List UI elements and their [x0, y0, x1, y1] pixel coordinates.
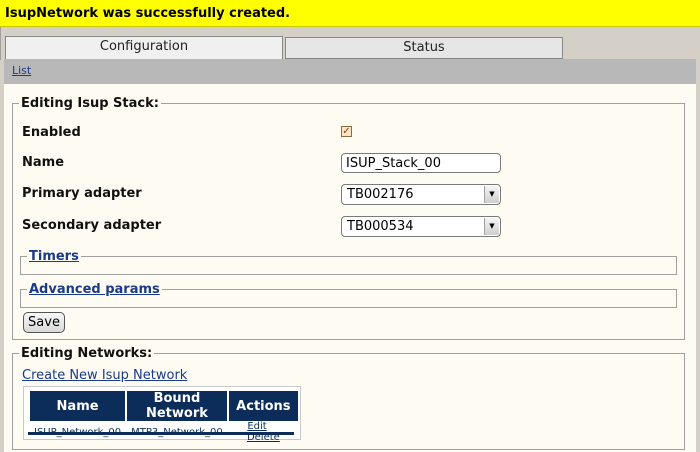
success-banner: IsupNetwork was successfully created. — [0, 0, 700, 27]
advanced-params-fieldset: Advanced params — [20, 282, 677, 308]
advanced-params-toggle-link[interactable]: Advanced params — [29, 282, 160, 297]
edit-link[interactable]: Edit — [247, 421, 266, 432]
stack-legend: Editing Isup Stack: — [21, 96, 159, 111]
name-field[interactable] — [341, 153, 501, 173]
table-footer-bar — [28, 432, 294, 435]
sub-navigation: List — [4, 59, 696, 84]
advanced-params-legend: Advanced params — [27, 282, 162, 297]
networks-table: Name Bound Network Actions ISUP_Network_… — [28, 391, 300, 443]
success-message: IsupNetwork was successfully created. — [5, 6, 291, 21]
secondary-adapter-value: TB000534 — [347, 219, 414, 234]
save-button[interactable]: Save — [23, 312, 65, 333]
table-header-row: Name Bound Network Actions — [30, 391, 298, 421]
primary-adapter-value: TB002176 — [347, 187, 414, 202]
column-header-actions: Actions — [228, 391, 298, 421]
dropdown-arrow-icon: ▼ — [484, 186, 499, 203]
column-header-bound-network: Bound Network — [127, 391, 227, 421]
networks-legend: Editing Networks: — [21, 346, 153, 361]
timers-legend: Timers — [27, 249, 81, 264]
dropdown-arrow-icon: ▼ — [484, 218, 499, 235]
primary-adapter-select[interactable]: TB002176 ▼ — [341, 184, 501, 205]
list-link[interactable]: List — [12, 64, 31, 77]
name-label: Name — [22, 155, 65, 170]
timers-toggle-link[interactable]: Timers — [29, 249, 79, 264]
create-network-link[interactable]: Create New Isup Network — [22, 368, 187, 383]
tab-status[interactable]: Status — [285, 37, 563, 59]
networks-table-container: Name Bound Network Actions ISUP_Network_… — [23, 386, 301, 443]
column-header-name: Name — [30, 391, 126, 421]
secondary-adapter-label: Secondary adapter — [22, 218, 162, 233]
secondary-adapter-select[interactable]: TB000534 ▼ — [341, 216, 501, 237]
tab-configuration[interactable]: Configuration — [5, 36, 283, 61]
enabled-checkbox[interactable]: ✓ — [341, 126, 352, 137]
enabled-label: Enabled — [22, 125, 81, 140]
timers-fieldset: Timers — [20, 249, 677, 275]
primary-adapter-label: Primary adapter — [22, 186, 142, 201]
tab-strip: Configuration Status — [0, 27, 700, 61]
